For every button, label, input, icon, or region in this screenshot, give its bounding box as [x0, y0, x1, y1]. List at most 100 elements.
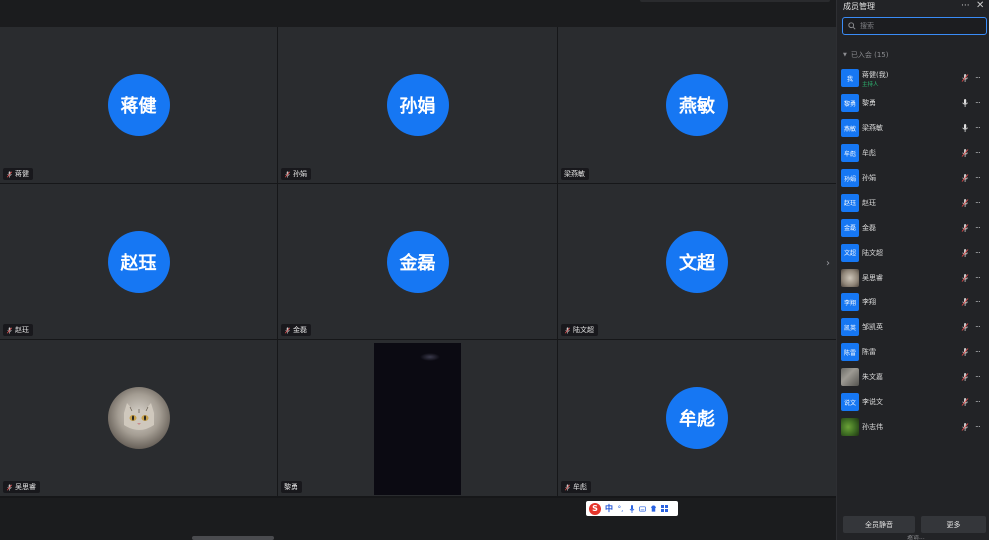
participant-name-tag: 梁燕敏 [561, 168, 589, 180]
member-more-icon[interactable]: ··· [975, 398, 981, 407]
member-name: 陈雷 [862, 348, 876, 357]
video-tile[interactable]: 黎勇 [278, 340, 557, 496]
mic-muted-icon[interactable] [961, 348, 969, 357]
member-more-icon[interactable]: ··· [975, 124, 981, 133]
mic-muted-icon[interactable] [961, 74, 969, 83]
member-row[interactable]: 牟彪 牟彪 ··· [837, 141, 989, 166]
member-row[interactable]: 燕敏 梁燕敏 ··· [837, 116, 989, 141]
mic-on-icon[interactable] [961, 124, 969, 133]
mic-icon[interactable] [628, 504, 635, 513]
mic-muted-icon [564, 326, 571, 334]
member-more-icon[interactable]: ··· [975, 149, 981, 158]
search-icon [848, 22, 856, 30]
grid-icon[interactable] [661, 505, 668, 513]
search-box[interactable] [842, 17, 987, 35]
mic-muted-icon[interactable] [961, 323, 969, 332]
mic-muted-icon [564, 483, 571, 491]
mic-muted-icon[interactable] [961, 223, 969, 232]
joined-section-header[interactable]: ▼ 已入会 (15) [843, 50, 888, 60]
member-name: 李说文 [862, 398, 883, 407]
participant-avatar: 燕敏 [666, 74, 728, 136]
member-avatar: 黎勇 [841, 94, 859, 113]
mic-muted-icon[interactable] [961, 273, 969, 282]
member-row[interactable]: 文超 陆文超 ··· [837, 240, 989, 265]
mic-muted-icon [284, 326, 291, 334]
participant-name-tag: 赵珏 [3, 324, 33, 336]
member-row[interactable]: 孙娟 孙娟 ··· [837, 166, 989, 191]
skin-icon[interactable] [650, 505, 657, 513]
ime-mode-label[interactable]: 中 [605, 503, 613, 514]
panel-title: 成员管理 [843, 2, 875, 11]
keyboard-icon[interactable] [639, 505, 646, 513]
mic-muted-icon[interactable] [961, 198, 969, 207]
joined-section-label: 已入会 (15) [850, 51, 889, 59]
member-more-icon[interactable]: ··· [975, 198, 981, 207]
mic-muted-icon[interactable] [961, 398, 969, 407]
member-more-icon[interactable]: ··· [975, 174, 981, 183]
member-row[interactable]: 凯英 邹凯英 ··· [837, 315, 989, 340]
sogou-logo-icon[interactable]: S [589, 502, 601, 515]
panel-more-button[interactable]: ··· [961, 1, 970, 11]
member-row[interactable]: 黎勇 黎勇 ··· [837, 91, 989, 116]
video-tile[interactable]: 金磊 金磊 [278, 184, 557, 339]
participant-name-tag: 陆文超 [561, 324, 598, 336]
member-name: 金磊 [862, 223, 876, 232]
video-grid: 蒋健 蒋健 孙娟 孙娟 燕敏 梁燕敏 赵珏 赵珏 金磊 金磊 文超 陆文超 吴思睿 黎勇 牟彪 牟彪 [0, 27, 836, 498]
participant-avatar: 牟彪 [666, 387, 728, 449]
participant-name-tag: 孙娟 [281, 168, 311, 180]
meeting-window: 蒋健 蒋健 孙娟 孙娟 燕敏 梁燕敏 赵珏 赵珏 金磊 金磊 文超 陆文超 吴思睿 黎勇 牟彪 牟彪 S 中 … [0, 0, 989, 540]
member-more-icon[interactable]: ··· [975, 348, 981, 357]
video-tile[interactable]: 牟彪 牟彪 [558, 340, 836, 496]
scrollbar-thumb[interactable] [192, 536, 274, 540]
video-tile[interactable]: 赵珏 赵珏 [0, 184, 277, 339]
member-more-icon[interactable]: ··· [975, 74, 981, 83]
participant-name: 金磊 [293, 326, 307, 334]
member-more-icon[interactable]: ··· [975, 99, 981, 108]
member-more-icon[interactable]: ··· [975, 422, 981, 431]
member-avatar: 金磊 [841, 218, 859, 237]
participant-name-tag: 黎勇 [281, 481, 302, 493]
member-row[interactable]: 吴思睿 ··· [837, 265, 989, 290]
member-avatar: 陈雷 [841, 343, 859, 362]
member-row[interactable]: 金磊 金磊 ··· [837, 215, 989, 240]
member-row[interactable]: 李翔 李翔 ··· [837, 290, 989, 315]
mute-all-button[interactable]: 全员静音 [843, 516, 915, 533]
member-more-icon[interactable]: ··· [975, 223, 981, 232]
member-more-icon[interactable]: ··· [975, 298, 981, 307]
panel-close-button[interactable]: ✕ [976, 0, 984, 11]
video-tile[interactable]: 蒋健 蒋健 [0, 27, 277, 183]
video-tile[interactable]: 吴思睿 [0, 340, 277, 496]
member-row[interactable]: 孙志伟 ··· [837, 414, 989, 439]
more-button[interactable]: 更多 [921, 516, 986, 533]
video-tile[interactable]: 文超 陆文超 [558, 184, 836, 339]
mic-muted-icon[interactable] [961, 298, 969, 307]
ime-toolbar[interactable]: S 中 °, [586, 501, 678, 516]
member-more-icon[interactable]: ··· [975, 323, 981, 332]
member-row[interactable]: 我蒋健(我) 主持人 ··· [837, 66, 989, 91]
member-row[interactable]: 赵珏 赵珏 ··· [837, 190, 989, 215]
expand-triangle-icon[interactable]: ▼ [843, 52, 847, 58]
search-input[interactable] [860, 22, 980, 30]
member-photo-avatar [841, 368, 859, 387]
member-row[interactable]: 陈雷 陈雷 ··· [837, 340, 989, 365]
video-tile[interactable]: 孙娟 孙娟 [278, 27, 557, 183]
mic-muted-icon[interactable] [961, 422, 969, 431]
top-bar-handle[interactable] [640, 0, 830, 2]
mic-on-icon[interactable] [961, 99, 969, 108]
collapse-panel-chevron-icon[interactable]: › [823, 256, 833, 270]
participant-name-tag: 牟彪 [561, 481, 591, 493]
video-tile[interactable]: 燕敏梁燕敏 [558, 27, 836, 183]
member-row[interactable]: 说文 李说文 ··· [837, 390, 989, 415]
mic-muted-icon[interactable] [961, 174, 969, 183]
member-avatar: 赵珏 [841, 193, 859, 212]
mic-muted-icon[interactable] [961, 248, 969, 257]
punct-icon[interactable]: °, [617, 505, 624, 513]
member-row[interactable]: 朱文嘉 ··· [837, 365, 989, 390]
member-more-icon[interactable]: ··· [975, 248, 981, 257]
member-avatar: 说文 [841, 393, 859, 412]
member-more-icon[interactable]: ··· [975, 373, 981, 382]
participant-name: 黎勇 [284, 483, 298, 491]
member-more-icon[interactable]: ··· [975, 273, 981, 282]
mic-muted-icon[interactable] [961, 149, 969, 158]
mic-muted-icon[interactable] [961, 373, 969, 382]
